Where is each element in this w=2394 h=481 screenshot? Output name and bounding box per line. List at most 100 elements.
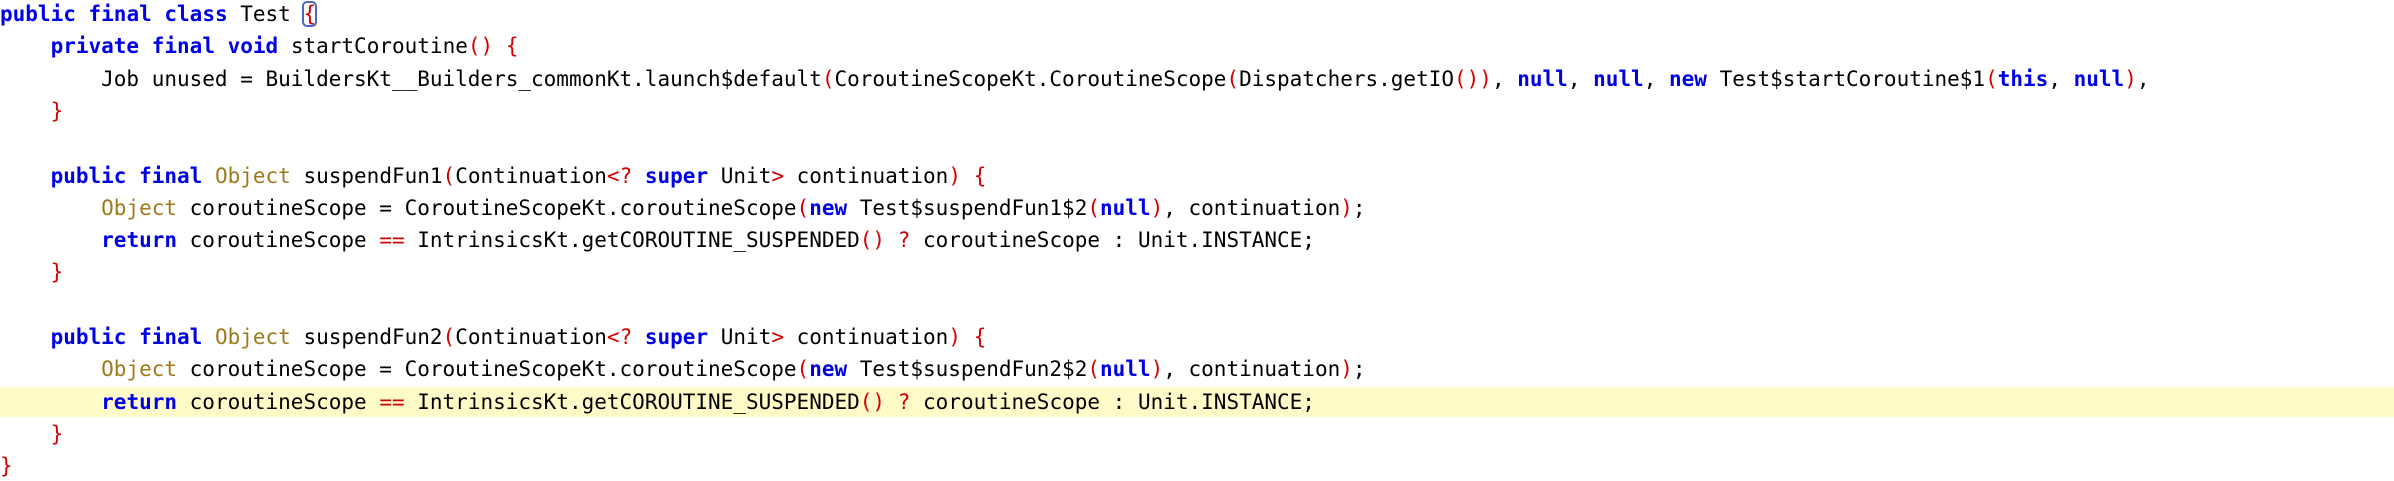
punctuation-token: (: [796, 357, 810, 382]
punctuation-token: ): [1340, 195, 1353, 220]
code-line[interactable]: }: [0, 419, 2394, 449]
punctuation-token: }: [50, 421, 64, 446]
code-token: coroutineScope : Unit.INSTANCE;: [910, 228, 1315, 253]
code-line[interactable]: Object coroutineScope = CoroutineScopeKt…: [0, 193, 2394, 223]
code-line[interactable]: }: [0, 96, 2394, 126]
punctuation-token: ): [1340, 357, 1353, 382]
punctuation-token: }: [0, 454, 13, 479]
punctuation-token: }: [50, 260, 64, 285]
punctuation-token: {: [505, 34, 519, 59]
punctuation-token: ): [948, 163, 961, 188]
keyword-token: void: [227, 34, 279, 59]
code-line[interactable]: public final Object suspendFun1(Continua…: [0, 161, 2394, 191]
code-line[interactable]: [0, 128, 2394, 158]
keyword-token: public: [50, 163, 127, 188]
code-line[interactable]: Object coroutineScope = CoroutineScopeKt…: [0, 354, 2394, 384]
punctuation-token: >: [771, 325, 784, 349]
code-line[interactable]: private final void startCoroutine() {: [0, 31, 2394, 61]
keyword-token: null: [1100, 195, 1151, 220]
code-token: coroutineScope: [177, 389, 380, 414]
code-token: continuation: [783, 163, 949, 188]
keyword-token: final: [151, 34, 215, 59]
keyword-token: super: [644, 163, 709, 188]
code-line[interactable]: [0, 290, 2394, 320]
code-token: Dispatchers.getIO: [1239, 66, 1454, 91]
keyword-token: final: [88, 2, 152, 26]
keyword-token: return: [101, 389, 178, 414]
code-token: Job unused = BuildersKt__Builders_common…: [0, 66, 822, 91]
code-line[interactable]: return coroutineScope == IntrinsicsKt.ge…: [0, 225, 2394, 255]
punctuation-token: <?: [606, 325, 633, 349]
punctuation-token: {: [973, 325, 987, 349]
code-token: suspendFun2: [290, 325, 443, 349]
punctuation-token: (): [859, 389, 886, 414]
keyword-token: null: [1100, 357, 1151, 382]
punctuation-token: ==: [379, 228, 405, 253]
punctuation-token: ?: [897, 228, 911, 253]
code-token: Continuation: [455, 163, 607, 188]
code-token: startCoroutine: [278, 34, 468, 59]
code-line[interactable]: public final Object suspendFun2(Continua…: [0, 322, 2394, 352]
keyword-token: this: [1997, 66, 2049, 91]
code-editor[interactable]: public final class Test { private final …: [0, 0, 2394, 478]
punctuation-token: ()): [1454, 66, 1492, 91]
punctuation-token: (: [442, 325, 456, 349]
type-token: Object: [214, 325, 291, 349]
code-token: IntrinsicsKt.getCOROUTINE_SUSPENDED: [404, 228, 860, 253]
keyword-token: new: [809, 195, 848, 220]
code-token: , continuation: [1163, 357, 1341, 382]
code-token: ;: [1352, 357, 1366, 382]
punctuation-token: {: [973, 163, 987, 188]
punctuation-token: <?: [606, 163, 633, 188]
punctuation-token: (): [859, 228, 886, 253]
code-token: CoroutineScopeKt.CoroutineScope: [834, 66, 1227, 91]
code-token: Test$startCoroutine$1: [1706, 66, 1986, 91]
punctuation-token: ): [1150, 357, 1164, 382]
code-line-current[interactable]: return coroutineScope == IntrinsicsKt.ge…: [0, 386, 2394, 417]
code-token: Unit: [708, 163, 772, 188]
code-token: Test: [227, 2, 304, 26]
type-token: Object: [101, 357, 178, 382]
keyword-token: null: [2073, 66, 2125, 91]
punctuation-token: ): [1150, 195, 1164, 220]
keyword-token: null: [1593, 66, 1644, 91]
code-token: coroutineScope = CoroutineScopeKt.corout…: [177, 195, 797, 220]
type-token: Object: [101, 195, 178, 220]
punctuation-token: }: [50, 98, 64, 123]
punctuation-token: (: [1985, 66, 1998, 91]
keyword-token: final: [139, 163, 203, 188]
code-line[interactable]: public final class Test {: [0, 0, 2394, 29]
punctuation-token: (: [442, 163, 456, 188]
code-token: ,: [1643, 66, 1669, 91]
code-token: coroutineScope = CoroutineScopeKt.corout…: [177, 357, 797, 382]
code-token: suspendFun1: [290, 163, 443, 188]
keyword-token: class: [164, 2, 228, 26]
keyword-token: return: [101, 228, 178, 253]
code-line[interactable]: }: [0, 257, 2394, 287]
punctuation-token: (: [821, 66, 835, 91]
keyword-token: final: [139, 325, 203, 349]
matched-bracket-token: {: [302, 1, 318, 27]
punctuation-token: (: [796, 195, 810, 220]
code-token: Continuation: [455, 325, 607, 349]
code-line[interactable]: }: [0, 451, 2394, 481]
code-line[interactable]: Job unused = BuildersKt__Builders_common…: [0, 64, 2394, 94]
code-token: ,: [2136, 66, 2150, 91]
punctuation-token: ?: [897, 389, 911, 414]
punctuation-token: (: [1087, 195, 1100, 220]
